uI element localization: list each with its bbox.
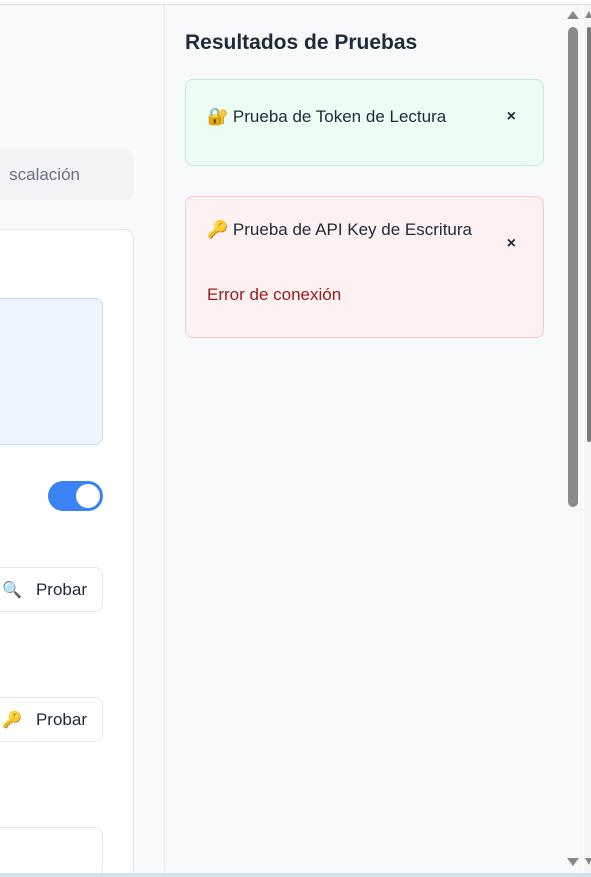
scroll-thumb[interactable]	[587, 27, 591, 442]
error-message: Error de conexión	[207, 285, 342, 304]
result-title-text: Prueba de Token de Lectura	[232, 107, 447, 126]
result-card-error: 🔑 Prueba de API Key de Escritura × Error…	[185, 196, 544, 338]
close-icon[interactable]: ×	[507, 235, 516, 253]
window-scrollbar[interactable]	[584, 5, 591, 873]
probar-button-label: Probar	[35, 579, 87, 599]
scroll-down-arrow-icon[interactable]	[585, 858, 591, 865]
scroll-up-arrow-icon[interactable]	[585, 11, 591, 18]
scroll-up-arrow-icon[interactable]	[567, 11, 579, 19]
result-title: 🔑 Prueba de API Key de Escritura	[207, 217, 477, 242]
probar-button-label: Probar	[35, 709, 87, 729]
toggle-switch[interactable]	[48, 481, 103, 511]
probar-read-token-button[interactable]: 🔍 Probar	[0, 567, 103, 612]
key-icon: 🔑	[2, 711, 22, 729]
config-input[interactable]	[0, 827, 103, 873]
result-card-success: 🔐 Prueba de Token de Lectura ×	[185, 79, 544, 166]
bottom-edge	[0, 873, 591, 877]
info-box	[0, 298, 103, 445]
results-title: Resultados de Pruebas	[185, 31, 418, 54]
probar-write-key-button[interactable]: 🔑 Probar	[0, 697, 103, 742]
scroll-thumb[interactable]	[568, 27, 578, 507]
close-icon[interactable]: ×	[507, 108, 516, 126]
toggle-knob	[76, 484, 100, 508]
key-icon: 🔑	[207, 220, 229, 239]
result-title-text: Prueba de API Key de Escritura	[232, 220, 472, 239]
results-panel: Resultados de Pruebas 🔐 Prueba de Token …	[166, 5, 564, 873]
results-scrollbar[interactable]	[564, 5, 583, 873]
config-panel: scalación 🔍 Probar 🔑 Probar	[0, 5, 165, 873]
lock-icon: 🔐	[207, 107, 229, 126]
tab-escalacion[interactable]: scalación	[0, 149, 134, 200]
magnifier-icon: 🔍	[2, 581, 22, 599]
result-title: 🔐 Prueba de Token de Lectura	[207, 104, 477, 129]
tab-escalacion-label: scalación	[9, 164, 80, 184]
scroll-down-arrow-icon[interactable]	[567, 858, 579, 866]
